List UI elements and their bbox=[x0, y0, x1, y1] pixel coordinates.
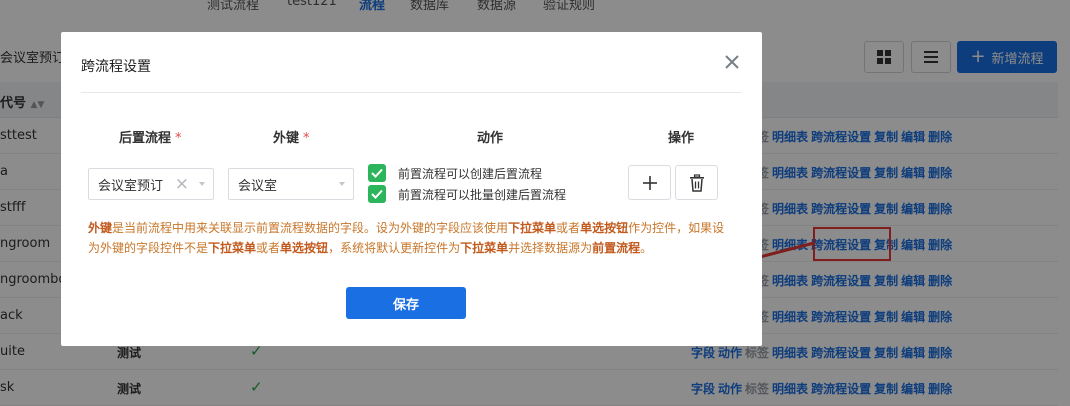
foreign-key-select[interactable]: 会议室 bbox=[228, 168, 354, 200]
post-flow-value: 会议室预订 bbox=[98, 178, 164, 194]
trash-icon bbox=[689, 173, 704, 192]
action-batch-create-label: 前置流程可以批量创建后置流程 bbox=[398, 187, 567, 202]
foreign-key-help-text: 外键是当前流程中用来关联显示前置流程数据的字段。设为外键的字段应该使用下拉菜单或… bbox=[88, 221, 725, 255]
cross-flow-settings-dialog: 跨流程设置 后置流程 * 外键 * 动作 操作 会议室预订 × 会议室 前置流程可以… bbox=[61, 32, 762, 346]
save-button[interactable]: 保存 bbox=[346, 287, 466, 319]
dialog-divider bbox=[81, 92, 742, 93]
checkbox-create[interactable] bbox=[368, 164, 386, 182]
plus-icon bbox=[642, 175, 657, 190]
delete-row-button[interactable] bbox=[675, 165, 718, 200]
header-foreign-key: 外键 * bbox=[273, 131, 310, 146]
close-icon[interactable] bbox=[722, 52, 742, 72]
required-mark: * bbox=[303, 131, 310, 146]
dialog-title: 跨流程设置 bbox=[81, 59, 151, 75]
header-action: 动作 bbox=[477, 131, 504, 146]
action-create-label: 前置流程可以创建后置流程 bbox=[398, 166, 543, 181]
clear-icon[interactable]: × bbox=[175, 174, 189, 194]
foreign-key-value: 会议室 bbox=[238, 178, 278, 194]
action-batch-create-option[interactable]: 前置流程可以批量创建后置流程 bbox=[368, 185, 566, 203]
check-icon bbox=[371, 168, 383, 178]
required-mark: * bbox=[175, 131, 182, 146]
header-operation: 操作 bbox=[668, 131, 695, 146]
header-post-flow: 后置流程 * bbox=[119, 131, 182, 146]
chevron-down-icon bbox=[199, 182, 205, 186]
add-row-button[interactable] bbox=[628, 165, 671, 200]
post-flow-select[interactable]: 会议室预订 × bbox=[88, 168, 214, 200]
chevron-down-icon bbox=[339, 182, 345, 186]
action-create-option[interactable]: 前置流程可以创建后置流程 bbox=[368, 164, 542, 182]
checkbox-batch-create[interactable] bbox=[368, 185, 386, 203]
check-icon bbox=[371, 189, 383, 199]
